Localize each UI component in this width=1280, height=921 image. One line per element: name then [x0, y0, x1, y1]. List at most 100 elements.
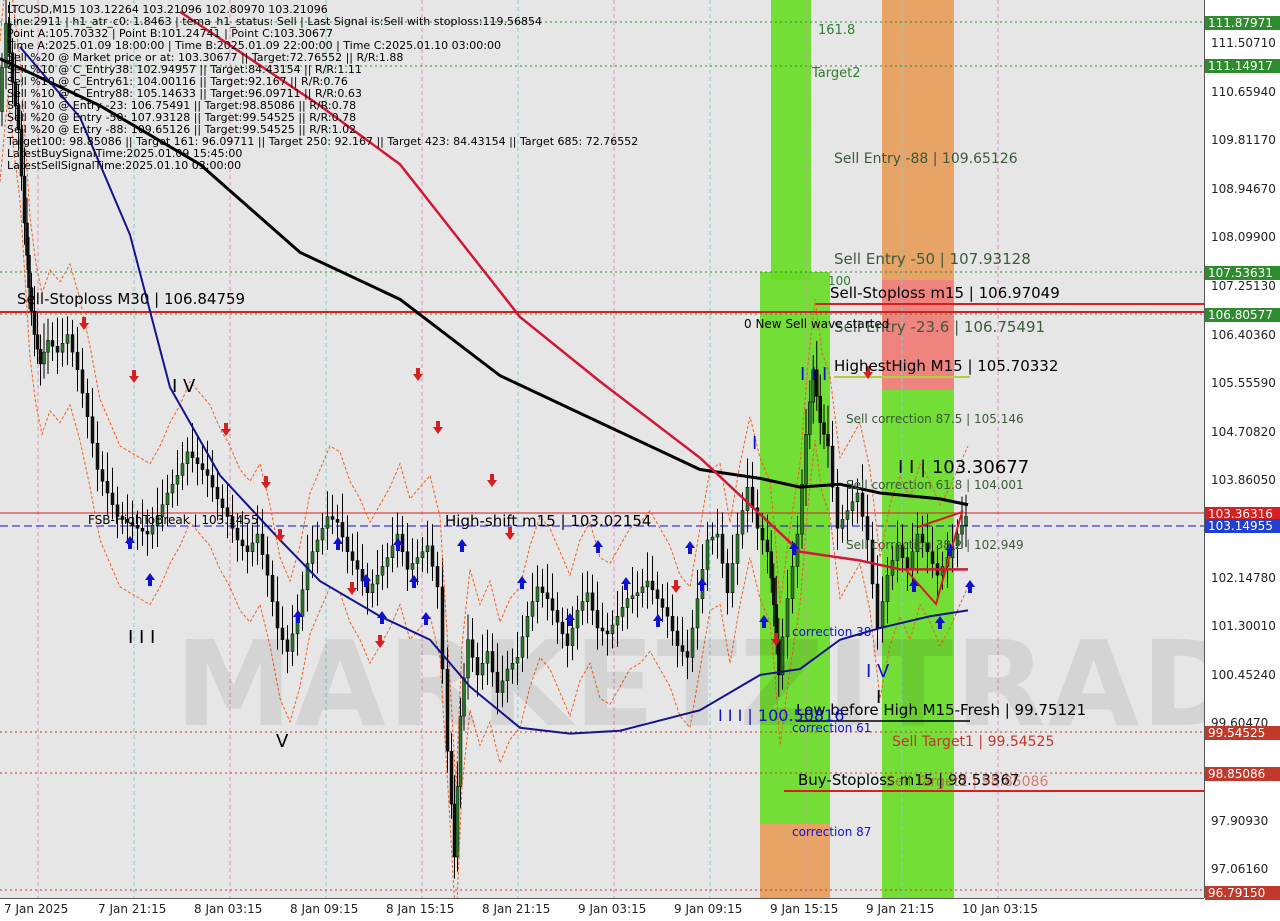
- time-tick-label: 8 Jan 15:15: [386, 902, 455, 916]
- candle-up: [964, 516, 968, 526]
- candle-down: [110, 492, 115, 506]
- candle-up: [960, 525, 964, 535]
- candle-up: [0, 67, 4, 112]
- wave-iii-left: I I I: [128, 627, 156, 648]
- candle-down: [100, 469, 105, 482]
- price-tick-label: 103.86050: [1211, 473, 1276, 488]
- buy-arrow-icon: [457, 539, 467, 552]
- price-tick-label: 111.50710: [1211, 36, 1276, 50]
- time-tick-label: 8 Jan 03:15: [194, 902, 263, 916]
- candle-down: [220, 498, 225, 508]
- candle-down: [35, 334, 40, 350]
- wave-iii-top: I I I: [800, 364, 828, 385]
- point-c-label: I I | 103.30677: [898, 457, 1030, 478]
- price-level-label: 98.85086: [1205, 767, 1280, 781]
- candle-down: [452, 803, 457, 858]
- time-axis[interactable]: 7 Jan 2025 7 Jan 21:15 8 Jan 03:15 8 Jan 09…: [0, 898, 1204, 921]
- candle-up: [910, 551, 915, 570]
- price-level-label: 106.80577: [1205, 308, 1280, 322]
- time-tick-label: 9 Jan 21:15: [866, 902, 935, 916]
- sell-arrow-icon: [79, 317, 89, 330]
- highest-high-label: HighestHigh M15 | 105.70332: [834, 357, 1059, 375]
- sell-arrow-icon: [433, 421, 443, 434]
- chart-plot-area[interactable]: MARKETZITRADE LTCUSD,M15 103.12264 103.2…: [0, 0, 1204, 898]
- candle-up: [65, 334, 70, 344]
- candle-down: [550, 598, 555, 611]
- high-shift-label: High-shift m15 | 103.02154: [445, 512, 652, 530]
- price-level-label: 111.87971: [1205, 16, 1280, 30]
- candle-down: [545, 592, 550, 599]
- candle-down: [200, 463, 205, 470]
- candle-down: [38, 348, 43, 365]
- candle-up: [60, 343, 65, 353]
- price-tick-label: 108.09900: [1211, 230, 1276, 245]
- info-panel: LTCUSD,M15 103.12264 103.21096 102.80970…: [7, 4, 638, 172]
- candle-up: [808, 401, 812, 435]
- candle-up: [300, 589, 305, 617]
- candle-up: [425, 545, 430, 552]
- candle-up: [800, 483, 804, 535]
- candle-down: [355, 560, 360, 570]
- price-tick-label: 100.45240: [1211, 667, 1276, 682]
- candle-up: [165, 492, 170, 506]
- candle-up: [370, 583, 375, 594]
- candle-down: [826, 434, 830, 447]
- sell-arrow-icon: [671, 580, 681, 593]
- candle-up: [535, 586, 540, 602]
- wave-i-label: I: [752, 433, 758, 454]
- price-tick-label: 105.55590: [1211, 376, 1276, 391]
- candle-down: [769, 551, 773, 579]
- candle-up: [745, 486, 750, 511]
- candle-up: [630, 595, 635, 599]
- candle-up: [315, 539, 320, 552]
- candle-up: [390, 545, 395, 558]
- candle-down: [905, 557, 910, 570]
- price-tick-label: 110.65940: [1211, 84, 1276, 99]
- candle-up: [850, 501, 855, 511]
- candle-up: [855, 492, 860, 503]
- candle-down: [772, 577, 776, 605]
- candle-down: [22, 175, 27, 224]
- watermark: MARKETZITRADE: [175, 615, 1204, 753]
- time-tick-label: 8 Jan 09:15: [290, 902, 359, 916]
- candle-down: [335, 519, 340, 523]
- price-tick-label: 104.70820: [1211, 424, 1276, 439]
- candle-up: [415, 557, 420, 564]
- sell-correction-875-label: Sell correction 87.5 | 105.146: [846, 412, 1024, 426]
- candle-down: [235, 527, 240, 541]
- price-tick-label: 106.40360: [1211, 327, 1276, 342]
- candle-down: [720, 533, 725, 564]
- candle-down: [345, 536, 350, 552]
- sell-stoploss-m15-label: Sell-Stoploss m15 | 106.97049: [830, 284, 1060, 302]
- candle-up: [740, 510, 745, 535]
- time-tick-label: 10 Jan 03:15: [962, 902, 1038, 916]
- candle-up: [375, 574, 380, 585]
- candle-down: [270, 574, 275, 602]
- candle-up: [845, 510, 850, 520]
- candle-up: [580, 601, 585, 611]
- price-tick-label: 108.94670: [1211, 181, 1276, 196]
- candle-up: [46, 340, 50, 353]
- fib-target2-label: Target2: [812, 66, 861, 81]
- candle-down: [865, 516, 870, 541]
- candle-down: [195, 457, 200, 464]
- candle-up: [42, 351, 46, 365]
- candle-down: [725, 563, 730, 594]
- candle-down: [25, 222, 29, 256]
- price-level-label: 96.79150: [1205, 886, 1280, 900]
- candle-down: [860, 492, 865, 517]
- candle-down: [27, 255, 31, 288]
- candle-up: [715, 533, 720, 538]
- candle-down: [540, 586, 545, 594]
- candle-down: [210, 475, 215, 488]
- candle-down: [50, 340, 55, 347]
- candle-up: [175, 475, 180, 485]
- price-axis[interactable]: 111.50710 110.65940 109.81170 108.94670 108.…: [1204, 0, 1280, 900]
- candle-down: [75, 351, 80, 371]
- price-level-label: 99.54525: [1205, 726, 1280, 740]
- buy-arrow-icon: [333, 537, 343, 550]
- price-tick-label: 109.81170: [1211, 133, 1276, 148]
- buy-arrow-icon: [685, 541, 695, 554]
- candle-down: [105, 481, 110, 494]
- time-tick-label: 9 Jan 03:15: [578, 902, 647, 916]
